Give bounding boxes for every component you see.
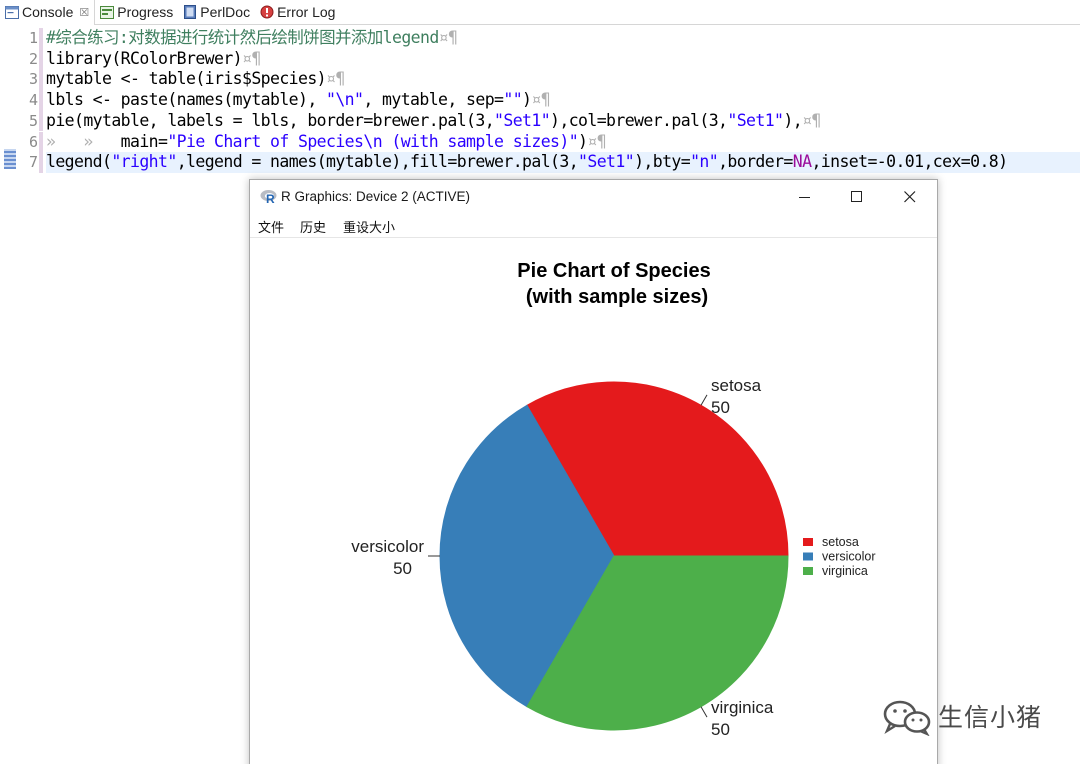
code-text: ) bbox=[522, 90, 532, 110]
line-number: 6 bbox=[28, 132, 38, 151]
line-number: 5 bbox=[28, 111, 38, 130]
code-string: "Set1" bbox=[578, 152, 635, 172]
code-editor[interactable]: 1 2 3 4 5 6 7 #综合练习:对数据进行统计然后绘制饼图并添加lege… bbox=[0, 25, 1080, 175]
slice-count-virginica: 50 bbox=[711, 720, 730, 739]
tab-console-label: Console bbox=[22, 4, 74, 20]
eol-marker: ¤¶ bbox=[438, 28, 458, 47]
legend-label-setosa: setosa bbox=[822, 535, 859, 549]
code-text: ),col=brewer.pal(3, bbox=[550, 110, 728, 130]
tab-perldoc-label: PerlDoc bbox=[200, 4, 251, 20]
code-line-1[interactable]: #综合练习:对数据进行统计然后绘制饼图并添加legend¤¶ bbox=[46, 28, 458, 49]
code-string: "Set1" bbox=[494, 110, 551, 130]
line-number: 7 bbox=[28, 153, 38, 172]
console-icon bbox=[5, 5, 19, 19]
line-number: 4 bbox=[28, 91, 38, 110]
slice-label-setosa: setosa bbox=[711, 376, 762, 395]
change-marker bbox=[39, 69, 43, 91]
code-text: ,inset=-0.01,cex=0.8) bbox=[811, 152, 1008, 172]
code-text: lbls <- paste(names(mytable), bbox=[46, 90, 327, 110]
change-marker bbox=[39, 28, 43, 49]
slice-label-versicolor: versicolor bbox=[351, 537, 424, 556]
chart-title: Pie Chart of Species bbox=[517, 260, 710, 282]
eol-marker: ¤¶ bbox=[326, 69, 345, 89]
close-icon[interactable]: ☒ bbox=[79, 6, 89, 19]
view-tab-bar: Console ☒ Progress PerlDoc Error Log bbox=[0, 0, 1080, 25]
wechat-icon bbox=[883, 700, 931, 736]
watermark: 生信小猪 bbox=[880, 696, 1070, 736]
code-line-4[interactable]: lbls <- paste(names(mytable), "\n", myta… bbox=[46, 90, 551, 111]
code-string: "\n" bbox=[326, 90, 364, 110]
code-comment: #综合练习:对数据进行统计然后绘制饼图并添加legend bbox=[46, 28, 439, 47]
code-text: legend( bbox=[46, 152, 112, 172]
code-text: library(RColorBrewer) bbox=[46, 48, 243, 68]
perldoc-icon bbox=[183, 5, 197, 19]
change-marker bbox=[39, 90, 43, 111]
code-text: , mytable, sep= bbox=[363, 90, 504, 110]
code-string: "" bbox=[503, 90, 523, 110]
slice-label-tick bbox=[700, 394, 708, 406]
legend-label-virginica: virginica bbox=[822, 564, 868, 578]
eol-marker: ¤¶ bbox=[242, 48, 261, 68]
change-marker bbox=[39, 131, 43, 153]
code-string: "n" bbox=[690, 152, 719, 172]
line-number-gutter: 1 2 3 4 5 6 7 bbox=[0, 25, 44, 175]
code-string: "Set1" bbox=[727, 110, 784, 130]
code-string: "right" bbox=[111, 152, 177, 172]
slice-count-versicolor: 50 bbox=[393, 559, 412, 578]
tab-progress-label: Progress bbox=[117, 4, 174, 20]
code-line-7[interactable]: legend("right",legend = names(mytable),f… bbox=[46, 152, 1080, 173]
legend-swatch-virginica bbox=[803, 567, 813, 575]
code-line-5[interactable]: pie(mytable, labels = lbls, border=brewe… bbox=[46, 111, 821, 132]
slice-label-tick bbox=[700, 706, 708, 718]
legend-label-versicolor: versicolor bbox=[822, 550, 876, 564]
tab-error-log-label: Error Log bbox=[277, 4, 336, 20]
error-log-icon bbox=[260, 5, 274, 19]
tab-console[interactable]: Console ☒ bbox=[0, 0, 96, 25]
pie-chart: Pie Chart of Species (with sample sizes)… bbox=[351, 260, 876, 739]
line-number: 3 bbox=[28, 70, 38, 89]
legend-swatch-versicolor bbox=[803, 552, 813, 561]
watermark-text: 生信小猪 bbox=[938, 703, 1043, 732]
slice-count-setosa: 50 bbox=[711, 398, 730, 417]
slice-label-virginica: virginica bbox=[711, 698, 774, 717]
code-text: ,legend = names(mytable),fill=brewer.pal… bbox=[176, 152, 579, 172]
code-text: ),bty= bbox=[634, 152, 691, 172]
progress-icon bbox=[100, 5, 115, 19]
code-text: ), bbox=[783, 110, 803, 130]
code-line-6[interactable]: » » main="Pie Chart of Species\n (with s… bbox=[46, 131, 607, 153]
change-marker bbox=[39, 110, 43, 132]
code-line-3[interactable]: mytable <- table(iris$Species)¤¶ bbox=[46, 69, 345, 90]
code-line-2[interactable]: library(RColorBrewer)¤¶ bbox=[46, 49, 261, 70]
tab-progress[interactable]: Progress bbox=[95, 0, 178, 25]
code-text: main= bbox=[120, 131, 168, 151]
legend-swatch-setosa bbox=[803, 538, 813, 546]
tab-error-log[interactable]: Error Log bbox=[255, 0, 340, 25]
tab-marker: » » bbox=[46, 131, 121, 151]
line-number: 2 bbox=[28, 49, 38, 68]
code-text: mytable <- table(iris$Species) bbox=[46, 69, 327, 89]
change-marker bbox=[39, 152, 43, 173]
code-text: pie(mytable, labels = lbls, border=brewe… bbox=[46, 110, 495, 130]
chart-subtitle: (with sample sizes) bbox=[526, 286, 708, 308]
eol-marker: ¤¶ bbox=[531, 90, 551, 110]
code-constant: NA bbox=[792, 152, 812, 172]
code-text: ) bbox=[578, 131, 588, 151]
code-string: "Pie Chart of Species\n (with sample siz… bbox=[167, 131, 579, 151]
eol-marker: ¤¶ bbox=[802, 110, 821, 130]
r-graphics-window[interactable]: R R Graphics: Device 2 (ACTIVE) 文件 历史 重设… bbox=[249, 179, 938, 764]
tab-perldoc[interactable]: PerlDoc bbox=[178, 0, 255, 25]
change-marker bbox=[39, 48, 43, 70]
eol-marker: ¤¶ bbox=[587, 131, 607, 151]
line-number: 1 bbox=[28, 29, 38, 47]
code-text: ,border= bbox=[718, 152, 793, 172]
